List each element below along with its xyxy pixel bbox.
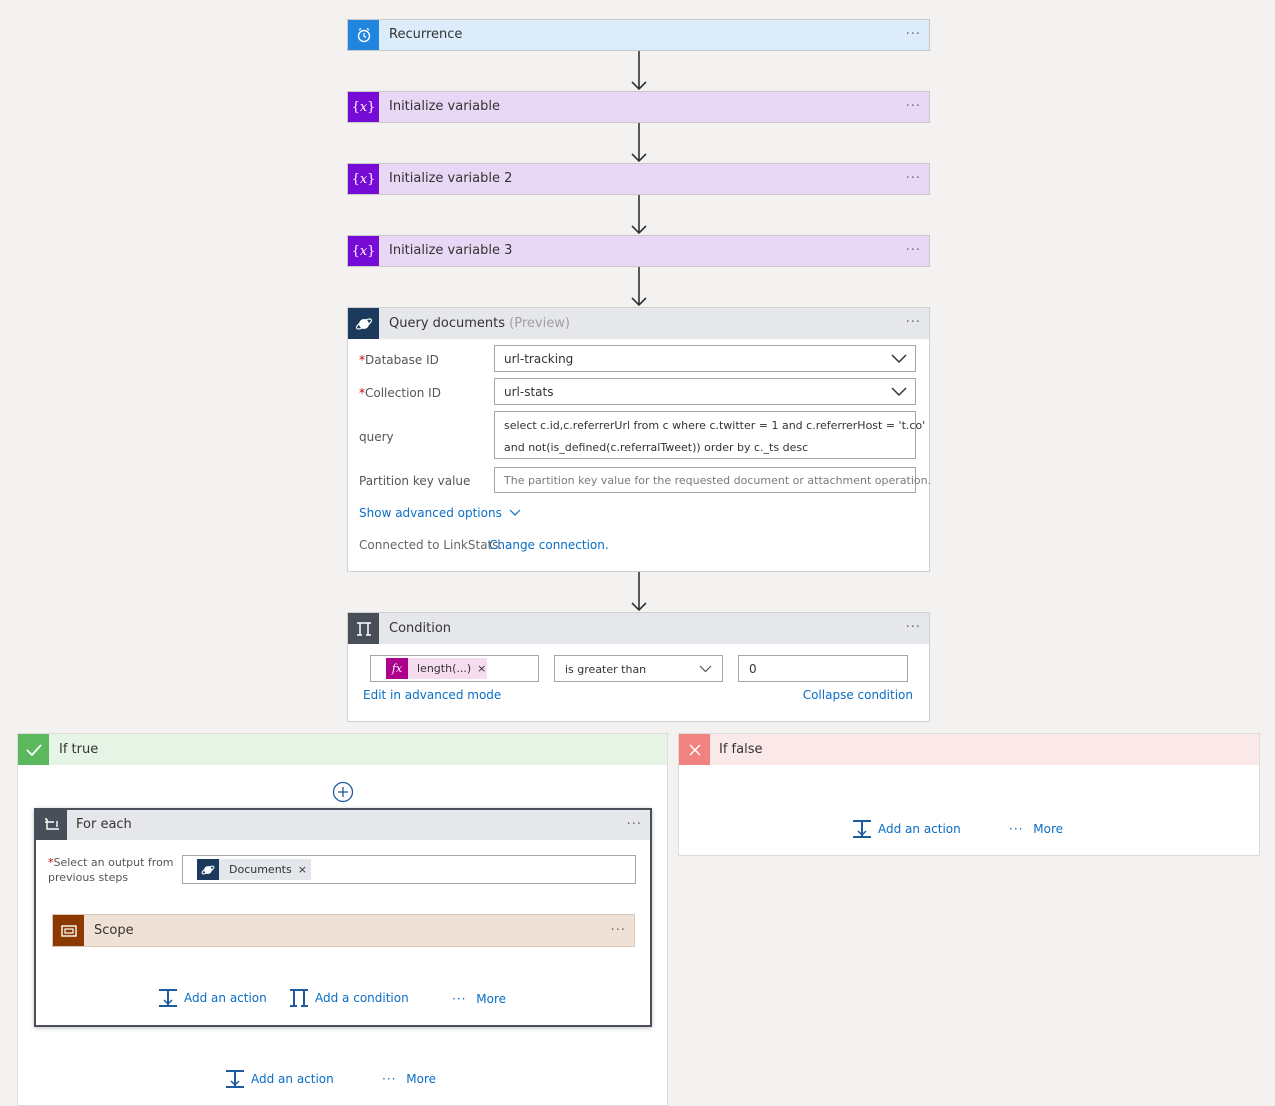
add-a-condition-button[interactable]: Add a condition: [289, 988, 409, 1008]
collapse-condition-link[interactable]: Collapse condition: [803, 688, 913, 702]
condition-operator-select[interactable]: is greater than: [554, 655, 723, 682]
initialize-variable-step[interactable]: {𝑥} Initialize variable ···: [347, 91, 930, 123]
more-dots-icon: ···: [452, 992, 467, 1006]
for-each-header[interactable]: For each ···: [36, 810, 650, 840]
step-title: Initialize variable 2: [389, 171, 513, 186]
preview-badge: (Preview): [509, 316, 570, 331]
condition-left-operand[interactable]: fx length(...) ×: [370, 655, 539, 682]
more-button[interactable]: ··· More: [1009, 822, 1063, 836]
foreach-icon: [36, 810, 67, 840]
step-title: Condition: [389, 621, 452, 636]
query-documents-card: Query documents (Preview) ··· *Database …: [347, 307, 931, 572]
select-output-label: *Select an output from previous steps: [48, 856, 174, 884]
if-true-header[interactable]: If true: [18, 734, 667, 765]
query-textarea[interactable]: select c.id,c.referrerUrl from c where c…: [494, 411, 925, 459]
add-an-action-button[interactable]: Add an action: [852, 819, 961, 839]
add-an-action-button[interactable]: Add an action: [158, 988, 267, 1008]
scope-icon: [53, 915, 84, 946]
chevron-down-icon: [891, 387, 907, 397]
condition-card: Condition ··· fx length(...) × is greate…: [347, 612, 930, 722]
step-title: For each: [76, 817, 132, 832]
more-options-icon[interactable]: ···: [906, 613, 921, 643]
cosmos-db-icon: [348, 308, 379, 339]
more-dots-icon: ···: [382, 1072, 397, 1086]
dynamic-token[interactable]: fx length(...) ×: [386, 658, 487, 679]
recurrence-step[interactable]: Recurrence ···: [347, 19, 930, 51]
initialize-variable-2-step[interactable]: {𝑥} Initialize variable 2 ···: [347, 163, 930, 195]
collection-id-label: *Collection ID: [359, 386, 441, 400]
more-options-icon[interactable]: ···: [906, 92, 921, 122]
arrow-down-icon: [631, 195, 647, 235]
add-an-action-button[interactable]: Add an action: [225, 1069, 334, 1089]
more-options-icon[interactable]: ···: [906, 20, 921, 50]
remove-token-icon[interactable]: ×: [477, 662, 486, 675]
step-title: Scope: [94, 923, 134, 938]
cosmos-db-icon: [197, 859, 219, 880]
more-button[interactable]: ··· More: [382, 1072, 436, 1086]
branch-title: If true: [59, 742, 99, 757]
if-false-header[interactable]: If false: [679, 734, 1259, 765]
chevron-down-icon: [891, 354, 907, 364]
function-icon: fx: [386, 658, 408, 679]
plus-circle-icon[interactable]: [332, 781, 354, 803]
more-options-icon[interactable]: ···: [627, 810, 642, 840]
arrow-down-icon: [631, 267, 647, 307]
edit-in-advanced-mode-link[interactable]: Edit in advanced mode: [363, 688, 501, 702]
query-documents-header[interactable]: Query documents (Preview) ···: [348, 308, 929, 339]
more-dots-icon: ···: [1009, 822, 1024, 836]
checkmark-icon: [18, 734, 49, 765]
add-condition-icon: [290, 989, 308, 1007]
more-options-icon[interactable]: ···: [611, 915, 626, 946]
collection-id-select[interactable]: url-stats: [494, 378, 916, 405]
variable-icon: {𝑥}: [348, 164, 379, 194]
if-false-branch: If false Add an action ··· More: [678, 733, 1260, 856]
add-action-icon: [853, 820, 871, 838]
database-id-select[interactable]: url-tracking: [494, 345, 916, 372]
add-action-icon: [226, 1070, 244, 1088]
more-button[interactable]: ··· More: [452, 992, 506, 1006]
chevron-down-icon: [509, 509, 521, 516]
more-options-icon[interactable]: ···: [906, 164, 921, 194]
query-label: query: [359, 430, 394, 444]
change-connection-link[interactable]: Change connection.: [489, 538, 609, 552]
step-title: Query documents: [389, 316, 506, 331]
chevron-down-icon: [699, 665, 712, 673]
partition-key-input[interactable]: The partition key value for the requeste…: [494, 467, 931, 493]
arrow-down-icon: [631, 572, 647, 612]
step-title: Recurrence: [389, 27, 463, 42]
step-title: Initialize variable 3: [389, 243, 513, 258]
condition-right-operand[interactable]: 0: [738, 655, 908, 682]
branch-title: If false: [719, 742, 763, 757]
alarm-clock-icon: [348, 20, 379, 50]
dynamic-token[interactable]: Documents ×: [197, 859, 311, 880]
more-options-icon[interactable]: ···: [906, 308, 921, 338]
for-each-card: For each ··· *Select an output from prev…: [34, 808, 652, 1027]
close-icon: [679, 734, 710, 765]
condition-icon: [348, 613, 379, 644]
scope-step[interactable]: Scope ···: [52, 914, 635, 947]
remove-token-icon[interactable]: ×: [298, 863, 307, 876]
more-options-icon[interactable]: ···: [906, 236, 921, 266]
if-true-branch: If true For each ··· *Select an output f…: [17, 733, 668, 1106]
database-id-label: *Database ID: [359, 353, 439, 367]
connection-status: Connected to LinkStats.: [359, 538, 503, 552]
variable-icon: {𝑥}: [348, 236, 379, 266]
select-output-input[interactable]: Documents ×: [182, 855, 636, 884]
step-title: Initialize variable: [389, 99, 500, 114]
arrow-down-icon: [631, 51, 647, 91]
partition-key-label: Partition key value: [359, 474, 471, 488]
condition-header[interactable]: Condition ···: [348, 613, 929, 644]
add-action-icon: [159, 989, 177, 1007]
show-advanced-options-link[interactable]: Show advanced options: [359, 506, 521, 520]
arrow-down-icon: [631, 123, 647, 163]
initialize-variable-3-step[interactable]: {𝑥} Initialize variable 3 ···: [347, 235, 930, 267]
variable-icon: {𝑥}: [348, 92, 379, 122]
